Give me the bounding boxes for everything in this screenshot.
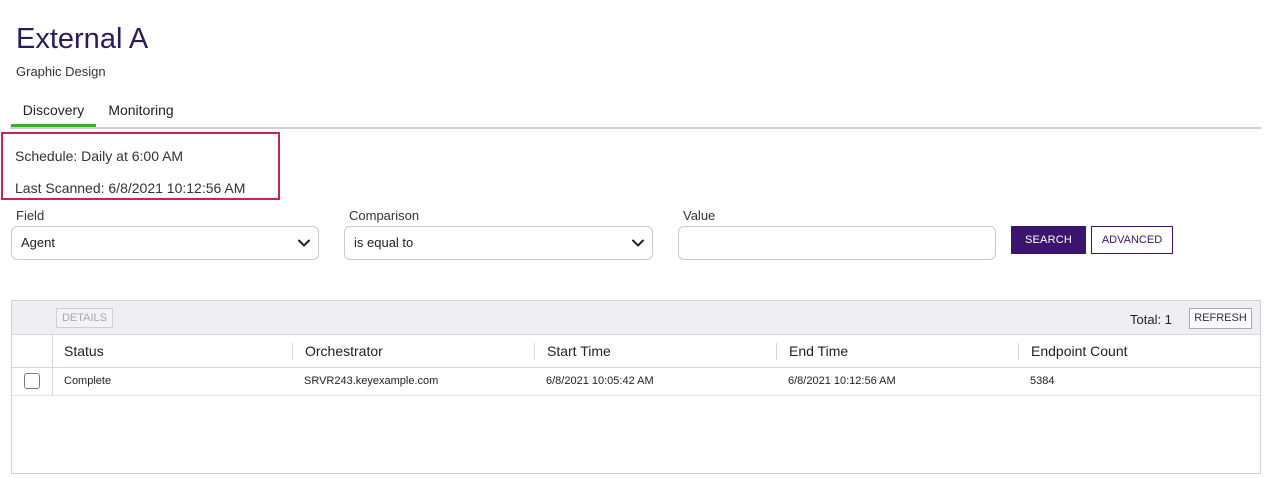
tab-monitoring[interactable]: Monitoring bbox=[100, 96, 182, 127]
total-count: Total: 1 bbox=[1130, 312, 1172, 327]
column-header-status[interactable]: Status bbox=[52, 335, 292, 367]
scan-info-box: Schedule: Daily at 6:00 AM Last Scanned:… bbox=[1, 132, 280, 200]
cell-orchestrator: SRVR243.keyexample.com bbox=[304, 375, 439, 387]
comparison-label: Comparison bbox=[349, 208, 420, 223]
details-button[interactable]: DETAILS bbox=[56, 308, 113, 328]
table-row[interactable]: Complete SRVR243.keyexample.com 6/8/2021… bbox=[12, 368, 1260, 396]
results-grid: DETAILS Total: 1 REFRESH Status Orchestr… bbox=[11, 300, 1261, 474]
cell-status: Complete bbox=[64, 375, 112, 387]
value-input[interactable] bbox=[678, 226, 996, 260]
field-select[interactable]: Agent bbox=[11, 226, 319, 260]
field-select-value: Agent bbox=[21, 235, 55, 250]
row-checkbox[interactable] bbox=[24, 373, 40, 389]
row-select-cell bbox=[12, 368, 53, 395]
page-title: External A bbox=[16, 23, 149, 55]
chevron-down-icon bbox=[298, 239, 310, 247]
column-header-endpoint-count[interactable]: Endpoint Count bbox=[1018, 343, 1260, 360]
comparison-select[interactable]: is equal to bbox=[344, 226, 653, 260]
value-label: Value bbox=[683, 208, 716, 223]
table-header: Status Orchestrator Start Time End Time … bbox=[12, 335, 1260, 368]
page-subtitle: Graphic Design bbox=[16, 64, 106, 79]
comparison-select-value: is equal to bbox=[354, 235, 414, 250]
cell-start-time: 6/8/2021 10:05:42 AM bbox=[546, 375, 654, 387]
advanced-button[interactable]: ADVANCED bbox=[1091, 226, 1173, 254]
cell-endpoint-count: 5384 bbox=[1030, 375, 1055, 387]
search-button[interactable]: SEARCH bbox=[1011, 226, 1086, 254]
column-header-start-time[interactable]: Start Time bbox=[534, 343, 776, 360]
schedule-text: Schedule: Daily at 6:00 AM bbox=[15, 148, 184, 164]
field-label: Field bbox=[16, 208, 45, 223]
cell-end-time: 6/8/2021 10:12:56 AM bbox=[788, 375, 896, 387]
refresh-button[interactable]: REFRESH bbox=[1189, 308, 1252, 329]
chevron-down-icon bbox=[632, 239, 644, 247]
last-scanned-text: Last Scanned: 6/8/2021 10:12:56 AM bbox=[15, 180, 246, 196]
column-header-orchestrator[interactable]: Orchestrator bbox=[292, 343, 534, 360]
column-header-end-time[interactable]: End Time bbox=[776, 343, 1018, 360]
grid-toolbar: DETAILS Total: 1 REFRESH bbox=[12, 301, 1260, 335]
tab-bar: Discovery Monitoring bbox=[10, 96, 1261, 129]
select-column-header bbox=[12, 335, 53, 367]
tab-discovery[interactable]: Discovery bbox=[11, 96, 96, 127]
